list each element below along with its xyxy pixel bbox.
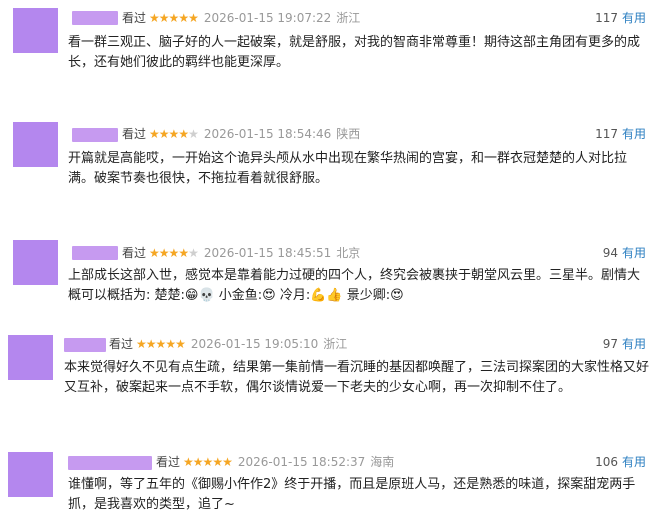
review-location: 北京 bbox=[336, 246, 361, 260]
useful-button[interactable]: 有用 bbox=[622, 337, 646, 351]
review-time: 2026-01-15 19:05:10 bbox=[190, 337, 319, 351]
useful-count: 106 bbox=[595, 455, 618, 469]
useful-vote: 94 有用 bbox=[603, 244, 646, 262]
star-rating: ★★★★★ bbox=[149, 246, 199, 260]
star-filled-icon: ★ bbox=[222, 455, 233, 469]
star-filled-icon: ★ bbox=[136, 337, 147, 351]
review-time: 2026-01-15 18:54:46 bbox=[203, 127, 332, 141]
star-filled-icon: ★ bbox=[168, 246, 180, 260]
avatar[interactable] bbox=[8, 335, 53, 380]
useful-count: 117 bbox=[595, 127, 618, 141]
review-content: 看一群三观正、脑子好的人一起破案，就是舒服，对我的智商非常尊重！期待这部主角团有… bbox=[68, 35, 641, 70]
star-filled-icon: ★ bbox=[158, 127, 170, 141]
watched-label: 看过 bbox=[109, 337, 134, 351]
review-time: 2026-01-15 19:07:22 bbox=[203, 11, 332, 25]
star-filled-icon: ★ bbox=[149, 246, 160, 260]
star-filled-icon: ★ bbox=[165, 337, 176, 351]
star-filled-icon: ★ bbox=[192, 455, 204, 469]
useful-vote: 97 有用 bbox=[603, 335, 646, 353]
username[interactable] bbox=[72, 11, 118, 25]
avatar[interactable] bbox=[8, 452, 53, 497]
star-filled-icon: ★ bbox=[145, 337, 157, 351]
watched-label: 看过 bbox=[156, 455, 181, 469]
star-filled-icon: ★ bbox=[202, 455, 214, 469]
review-item: 看过 ★★★★★ 2026-01-15 18:45:51 北京 94 有用 上部成长这部… bbox=[0, 218, 660, 318]
useful-vote: 106 有用 bbox=[595, 453, 646, 471]
star-filled-icon: ★ bbox=[158, 246, 170, 260]
star-filled-icon: ★ bbox=[158, 11, 170, 25]
useful-button[interactable]: 有用 bbox=[622, 11, 646, 25]
watched-label: 看过 bbox=[122, 11, 147, 25]
useful-vote: 117 有用 bbox=[595, 9, 646, 27]
useful-count: 117 bbox=[595, 11, 618, 25]
review-content: 上部成长这部入世，感觉本是靠着能力过硬的四个人，终究会被裹挟于朝堂风云里。三星半… bbox=[68, 268, 641, 303]
avatar[interactable] bbox=[13, 240, 58, 285]
review-meta: 看过 ★★★★★ 2026-01-15 18:54:46 陕西 bbox=[122, 125, 360, 143]
star-filled-icon: ★ bbox=[178, 127, 189, 141]
star-rating: ★★★★★ bbox=[136, 337, 186, 351]
useful-count: 94 bbox=[602, 246, 618, 260]
avatar[interactable] bbox=[13, 8, 58, 53]
watched-label: 看过 bbox=[122, 127, 147, 141]
review-content: 谁懂啊，等了五年的《御赐小仵作2》终于开播，而且是原班人马，还是熟悉的味道，探案… bbox=[68, 477, 636, 512]
username[interactable] bbox=[64, 338, 106, 352]
star-filled-icon: ★ bbox=[155, 337, 167, 351]
star-filled-icon: ★ bbox=[149, 11, 160, 25]
review-item: 看过 ★★★★★ 2026-01-15 19:07:22 浙江 117 有用 看一群三观… bbox=[0, 0, 660, 100]
username[interactable] bbox=[72, 128, 118, 142]
star-rating: ★★★★★ bbox=[149, 127, 199, 141]
useful-count: 97 bbox=[602, 337, 618, 351]
star-empty-icon: ★ bbox=[188, 127, 199, 141]
review-item: 看过 ★★★★★ 2026-01-15 18:52:37 海南 106 有用 谁懂啊，等… bbox=[0, 430, 660, 521]
star-filled-icon: ★ bbox=[168, 11, 180, 25]
review-time: 2026-01-15 18:52:37 bbox=[237, 455, 366, 469]
star-filled-icon: ★ bbox=[175, 337, 186, 351]
review-location: 海南 bbox=[370, 455, 395, 469]
useful-button[interactable]: 有用 bbox=[622, 246, 646, 260]
review-meta: 看过 ★★★★★ 2026-01-15 18:45:51 北京 bbox=[122, 244, 360, 262]
review-content: 开篇就是高能哎，一开始这个诡异头颅从水中出现在繁华热闹的宫宴，和一群衣冠楚楚的人… bbox=[68, 151, 628, 186]
review-location: 陕西 bbox=[336, 127, 361, 141]
watched-label: 看过 bbox=[122, 246, 147, 260]
username[interactable] bbox=[68, 456, 152, 470]
star-rating: ★★★★★ bbox=[149, 11, 199, 25]
star-filled-icon: ★ bbox=[212, 455, 223, 469]
review-content: 本来觉得好久不见有点生疏，结果第一集前情一看沉睡的基因都唤醒了，三法司探案团的大… bbox=[64, 360, 650, 395]
useful-button[interactable]: 有用 bbox=[622, 127, 646, 141]
review-meta: 看过 ★★★★★ 2026-01-15 19:07:22 浙江 bbox=[122, 9, 360, 27]
star-filled-icon: ★ bbox=[183, 455, 194, 469]
star-filled-icon: ★ bbox=[149, 127, 160, 141]
review-time: 2026-01-15 18:45:51 bbox=[203, 246, 332, 260]
star-filled-icon: ★ bbox=[168, 127, 180, 141]
review-item: 看过 ★★★★★ 2026-01-15 18:54:46 陕西 117 有用 开篇就是高… bbox=[0, 100, 660, 218]
star-filled-icon: ★ bbox=[188, 11, 199, 25]
useful-button[interactable]: 有用 bbox=[622, 455, 646, 469]
review-location: 浙江 bbox=[323, 337, 348, 351]
useful-vote: 117 有用 bbox=[595, 125, 646, 143]
review-item: 看过 ★★★★★ 2026-01-15 19:05:10 浙江 97 有用 本来觉得好久… bbox=[0, 318, 660, 430]
review-meta: 看过 ★★★★★ 2026-01-15 18:52:37 海南 bbox=[156, 453, 394, 471]
review-location: 浙江 bbox=[336, 11, 361, 25]
username[interactable] bbox=[72, 246, 118, 260]
star-filled-icon: ★ bbox=[178, 246, 189, 260]
star-rating: ★★★★★ bbox=[183, 455, 233, 469]
review-meta: 看过 ★★★★★ 2026-01-15 19:05:10 浙江 bbox=[109, 335, 347, 353]
avatar[interactable] bbox=[13, 122, 58, 167]
star-filled-icon: ★ bbox=[178, 11, 189, 25]
star-empty-icon: ★ bbox=[188, 246, 199, 260]
